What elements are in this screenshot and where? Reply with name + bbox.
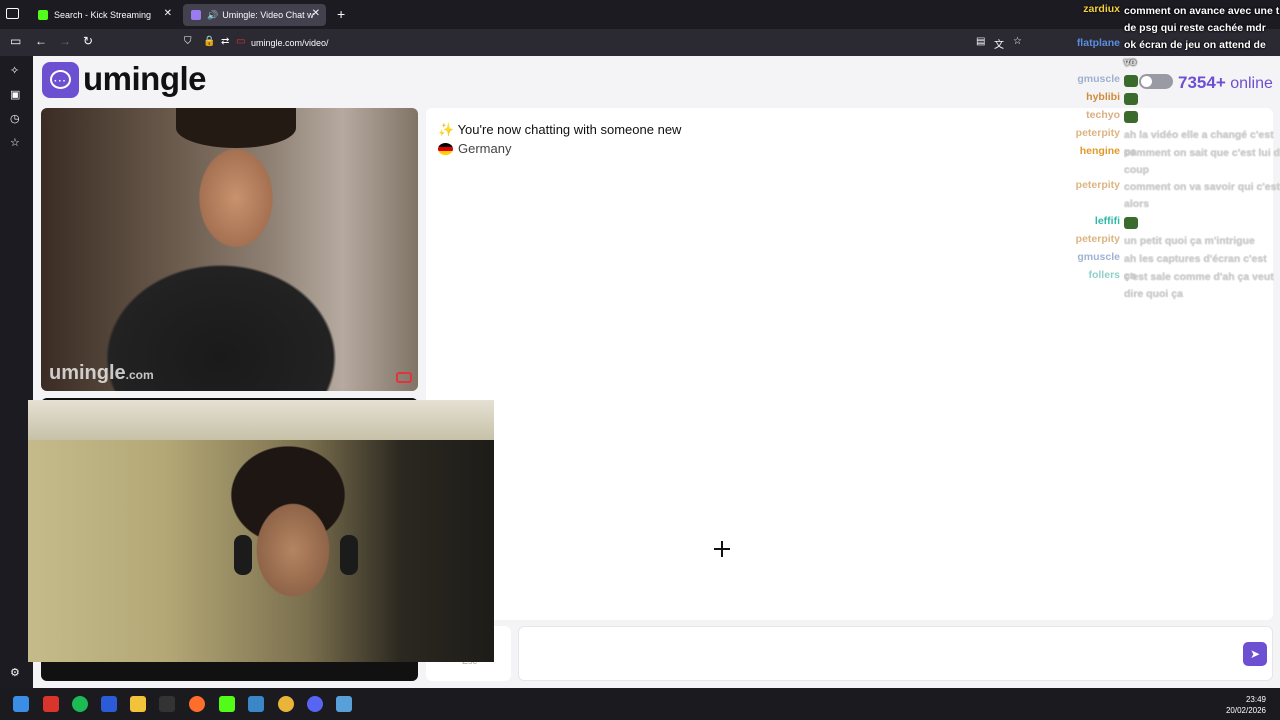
spotify-icon[interactable]	[72, 696, 88, 712]
chat-username: peterpity	[1075, 233, 1120, 245]
chat-username: techyo	[1086, 109, 1120, 121]
notepad-icon[interactable]	[336, 696, 352, 712]
settings-gear-icon[interactable]: ⚙	[10, 666, 20, 679]
send-icon: ➤	[1249, 647, 1261, 661]
clock-time: 23:49	[1245, 695, 1266, 704]
pepe-emote-icon	[1124, 75, 1138, 88]
app-window-icon[interactable]	[248, 696, 264, 712]
message-input[interactable]: ➤	[518, 626, 1273, 681]
chat-username: gmuscle	[1077, 251, 1120, 263]
report-flag-icon[interactable]	[396, 372, 412, 383]
file-explorer-icon[interactable]	[130, 696, 146, 712]
discord-icon[interactable]	[307, 696, 323, 712]
chat-message: comment on sait que c'est lui d coup	[1124, 147, 1280, 176]
sparkle-icon: ✨	[438, 122, 455, 137]
chat-username: zardiux	[1083, 3, 1120, 15]
pepe-emote-icon	[1124, 93, 1138, 106]
bookmarks-icon[interactable]: ▣	[10, 88, 20, 101]
tab-label: Search - Kick Streaming	[54, 10, 152, 20]
new-tab-button[interactable]: +	[337, 6, 345, 22]
tab-list-icon[interactable]	[6, 8, 19, 19]
stranger-video: umingle.com	[41, 108, 418, 391]
tab-umingle[interactable]: 🔊 Umingle: Video Chat with S ✕	[183, 4, 326, 26]
chat-username: hengine	[1079, 145, 1120, 157]
video-watermark: umingle.com	[49, 362, 154, 384]
umingle-favicon-icon	[191, 10, 201, 20]
chat-username: flatplane	[1076, 37, 1120, 49]
favorites-icon[interactable]: ☆	[10, 136, 20, 149]
country-label: Germany	[458, 141, 512, 156]
lock-icon[interactable]: 🔒	[203, 36, 215, 47]
umingle-logo-icon[interactable]: ···	[42, 62, 79, 98]
logo-text[interactable]: umingle	[83, 60, 207, 98]
chat-message: comment on avance avec une t de psg qui …	[1124, 5, 1280, 34]
system-clock[interactable]: 23:49 20/02/2026	[1226, 694, 1266, 716]
kick-favicon-icon	[38, 10, 48, 20]
chat-message: ça	[1124, 56, 1136, 68]
chat-username: peterpity	[1075, 127, 1120, 139]
stranger-country: Germany	[438, 141, 511, 156]
chat-message: un petit quoi ça m'intrigue	[1124, 235, 1255, 247]
app-blue-icon[interactable]	[101, 696, 117, 712]
reader-view-icon[interactable]: ▤	[976, 36, 985, 47]
camera-sharing-icon[interactable]: ▭	[236, 36, 245, 47]
crosshair-cursor-icon	[714, 541, 730, 557]
chat-username: peterpity	[1075, 179, 1120, 191]
firefox-icon[interactable]	[189, 696, 205, 712]
chat-message: comment on va savoir qui c'est alors	[1124, 181, 1280, 210]
reload-button[interactable]: ↻	[83, 34, 93, 48]
clock-date: 20/02/2026	[1225, 706, 1266, 715]
pepe-emote-icon	[1124, 111, 1138, 124]
kick-icon[interactable]	[219, 696, 235, 712]
tab-kick-search[interactable]: Search - Kick Streaming ✕	[30, 4, 178, 26]
streamer-webcam-overlay	[28, 400, 494, 662]
chat-username: leffifi	[1094, 215, 1120, 227]
forward-button[interactable]: →	[59, 34, 71, 48]
terminal-icon[interactable]	[159, 696, 175, 712]
tab-label: Umingle: Video Chat with S	[222, 10, 314, 20]
chat-username: gmuscle	[1077, 73, 1120, 85]
send-button[interactable]: ➤	[1243, 642, 1267, 666]
close-tab-icon[interactable]: ✕	[164, 8, 172, 19]
speaker-icon[interactable]: 🔊	[207, 10, 218, 21]
history-icon[interactable]: ◷	[10, 112, 20, 125]
pepe-emote-icon	[1124, 217, 1138, 230]
germany-flag-icon	[438, 142, 453, 155]
bookmark-star-icon[interactable]: ☆	[1013, 36, 1022, 47]
chat-message: c'est sale comme d'ah ça veut dire quoi …	[1124, 271, 1274, 300]
chat-system-message: ✨ You're now chatting with someone new	[438, 122, 682, 137]
url-text: umingle.com/video/	[251, 38, 329, 48]
chrome-icon[interactable]	[278, 696, 294, 712]
chat-username: follers	[1088, 269, 1120, 281]
close-tab-icon[interactable]: ✕	[312, 8, 320, 19]
back-button[interactable]: ←	[35, 34, 47, 48]
chat-username: hyblibi	[1086, 91, 1120, 103]
sidebar-toggle-icon[interactable]: ▭	[10, 34, 21, 48]
windows-start-icon[interactable]	[13, 696, 29, 712]
address-bar[interactable]: ⛉ 🔒 ⇄ ▭ umingle.com/video/ ▤ 文 ☆	[178, 32, 1033, 54]
app-l-icon[interactable]	[43, 696, 59, 712]
translate-icon[interactable]: 文	[994, 36, 1004, 51]
tracking-shield-icon[interactable]: ⛉	[184, 36, 192, 47]
permissions-icon[interactable]: ⇄	[221, 36, 229, 47]
taskbar: 23:49 20/02/2026	[0, 688, 1280, 720]
ai-chat-icon[interactable]: ✧	[10, 64, 19, 77]
stream-chat-overlay: zardiux comment on avance avec une t de …	[1050, 0, 1280, 305]
